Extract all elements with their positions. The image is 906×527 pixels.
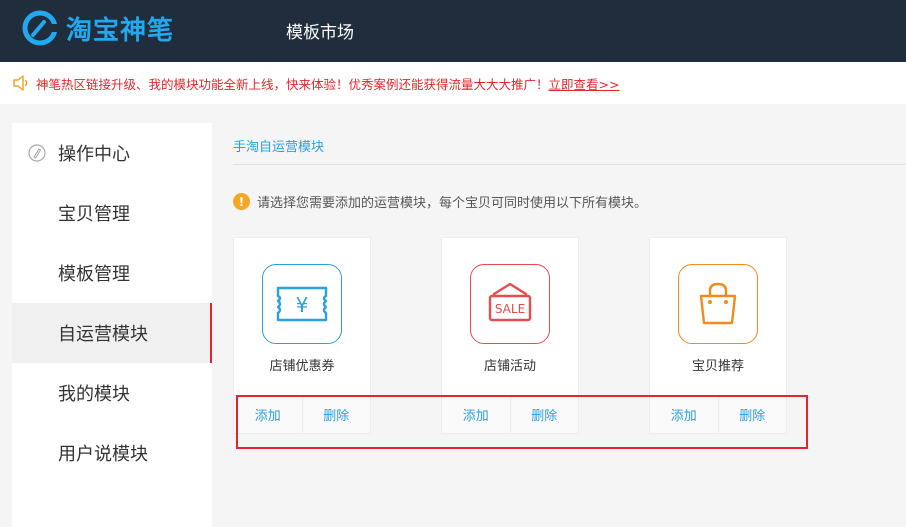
sidebar-item-label: 用户说模块 xyxy=(58,444,148,465)
sidebar-item-label: 我的模块 xyxy=(58,384,130,405)
card-title: 宝贝推荐 xyxy=(691,359,744,374)
module-card-coupon: ¥ 店铺优惠券 添加 删除 xyxy=(233,237,371,434)
sidebar: 操作中心 宝贝管理 模板管理 自运营模块 我的模块 用户说模块 xyxy=(12,123,212,527)
notice-bar: 神笔热区链接升级、我的模块功能全新上线，快来体验！优秀案例还能获得流量大大大推广… xyxy=(0,62,906,104)
sidebar-item-label: 自运营模块 xyxy=(58,324,148,345)
info-tip: ! 请选择您需要添加的运营模块，每个宝贝可同时使用以下所有模块。 xyxy=(233,192,647,211)
logo-mark-icon xyxy=(22,10,58,46)
delete-coupon-button[interactable]: 删除 xyxy=(301,396,371,433)
card-title: 店铺优惠券 xyxy=(269,359,335,374)
card-actions: 添加 删除 xyxy=(442,395,578,433)
sidebar-item-label: 模板管理 xyxy=(58,264,130,285)
logo[interactable]: 淘宝神笔 xyxy=(22,8,174,48)
breadcrumb[interactable]: 手淘自运营模块 xyxy=(233,136,324,155)
tip-text: 请选择您需要添加的运营模块，每个宝贝可同时使用以下所有模块。 xyxy=(257,196,648,211)
module-card-store-activity: SALE 店铺活动 添加 删除 xyxy=(441,237,579,434)
main-content: 手淘自运营模块 ! 请选择您需要添加的运营模块，每个宝贝可同时使用以下所有模块。… xyxy=(212,123,906,527)
sidebar-item-self-operated-modules[interactable]: 自运营模块 xyxy=(12,303,212,363)
notice-view-link[interactable]: 立即查看>> xyxy=(549,74,620,93)
template-market-link[interactable]: 模板市场 xyxy=(286,18,354,43)
coupon-icon: ¥ xyxy=(262,264,342,344)
delete-product-recommend-button[interactable]: 删除 xyxy=(717,396,787,433)
exclamation-icon: ! xyxy=(233,193,250,210)
logo-text: 淘宝神笔 xyxy=(66,15,175,46)
add-coupon-button[interactable]: 添加 xyxy=(234,396,302,433)
card-title: 店铺活动 xyxy=(483,359,536,374)
svg-text:¥: ¥ xyxy=(296,293,309,317)
divider xyxy=(233,164,906,165)
speaker-icon xyxy=(13,75,28,91)
bag-icon xyxy=(678,264,758,344)
card-actions: 添加 删除 xyxy=(234,395,370,433)
sidebar-item-my-modules[interactable]: 我的模块 xyxy=(12,363,212,423)
sale-icon-text: SALE xyxy=(495,302,525,316)
sidebar-item-operation-center[interactable]: 操作中心 xyxy=(12,123,212,183)
sidebar-item-user-review-modules[interactable]: 用户说模块 xyxy=(12,423,212,483)
pen-circle-icon xyxy=(28,144,46,162)
add-product-recommend-button[interactable]: 添加 xyxy=(650,396,718,433)
sale-icon: SALE xyxy=(470,264,550,344)
sidebar-item-template-management[interactable]: 模板管理 xyxy=(12,243,212,303)
delete-store-activity-button[interactable]: 删除 xyxy=(509,396,579,433)
module-card-product-recommend: 宝贝推荐 添加 删除 xyxy=(649,237,787,434)
sidebar-item-product-management[interactable]: 宝贝管理 xyxy=(12,183,212,243)
top-bar: 淘宝神笔 模板市场 xyxy=(0,0,906,62)
card-actions: 添加 删除 xyxy=(650,395,786,433)
sidebar-item-label: 操作中心 xyxy=(58,144,130,165)
add-store-activity-button[interactable]: 添加 xyxy=(442,396,510,433)
notice-text: 神笔热区链接升级、我的模块功能全新上线，快来体验！优秀案例还能获得流量大大大推广… xyxy=(36,76,549,92)
sidebar-item-label: 宝贝管理 xyxy=(58,204,130,225)
